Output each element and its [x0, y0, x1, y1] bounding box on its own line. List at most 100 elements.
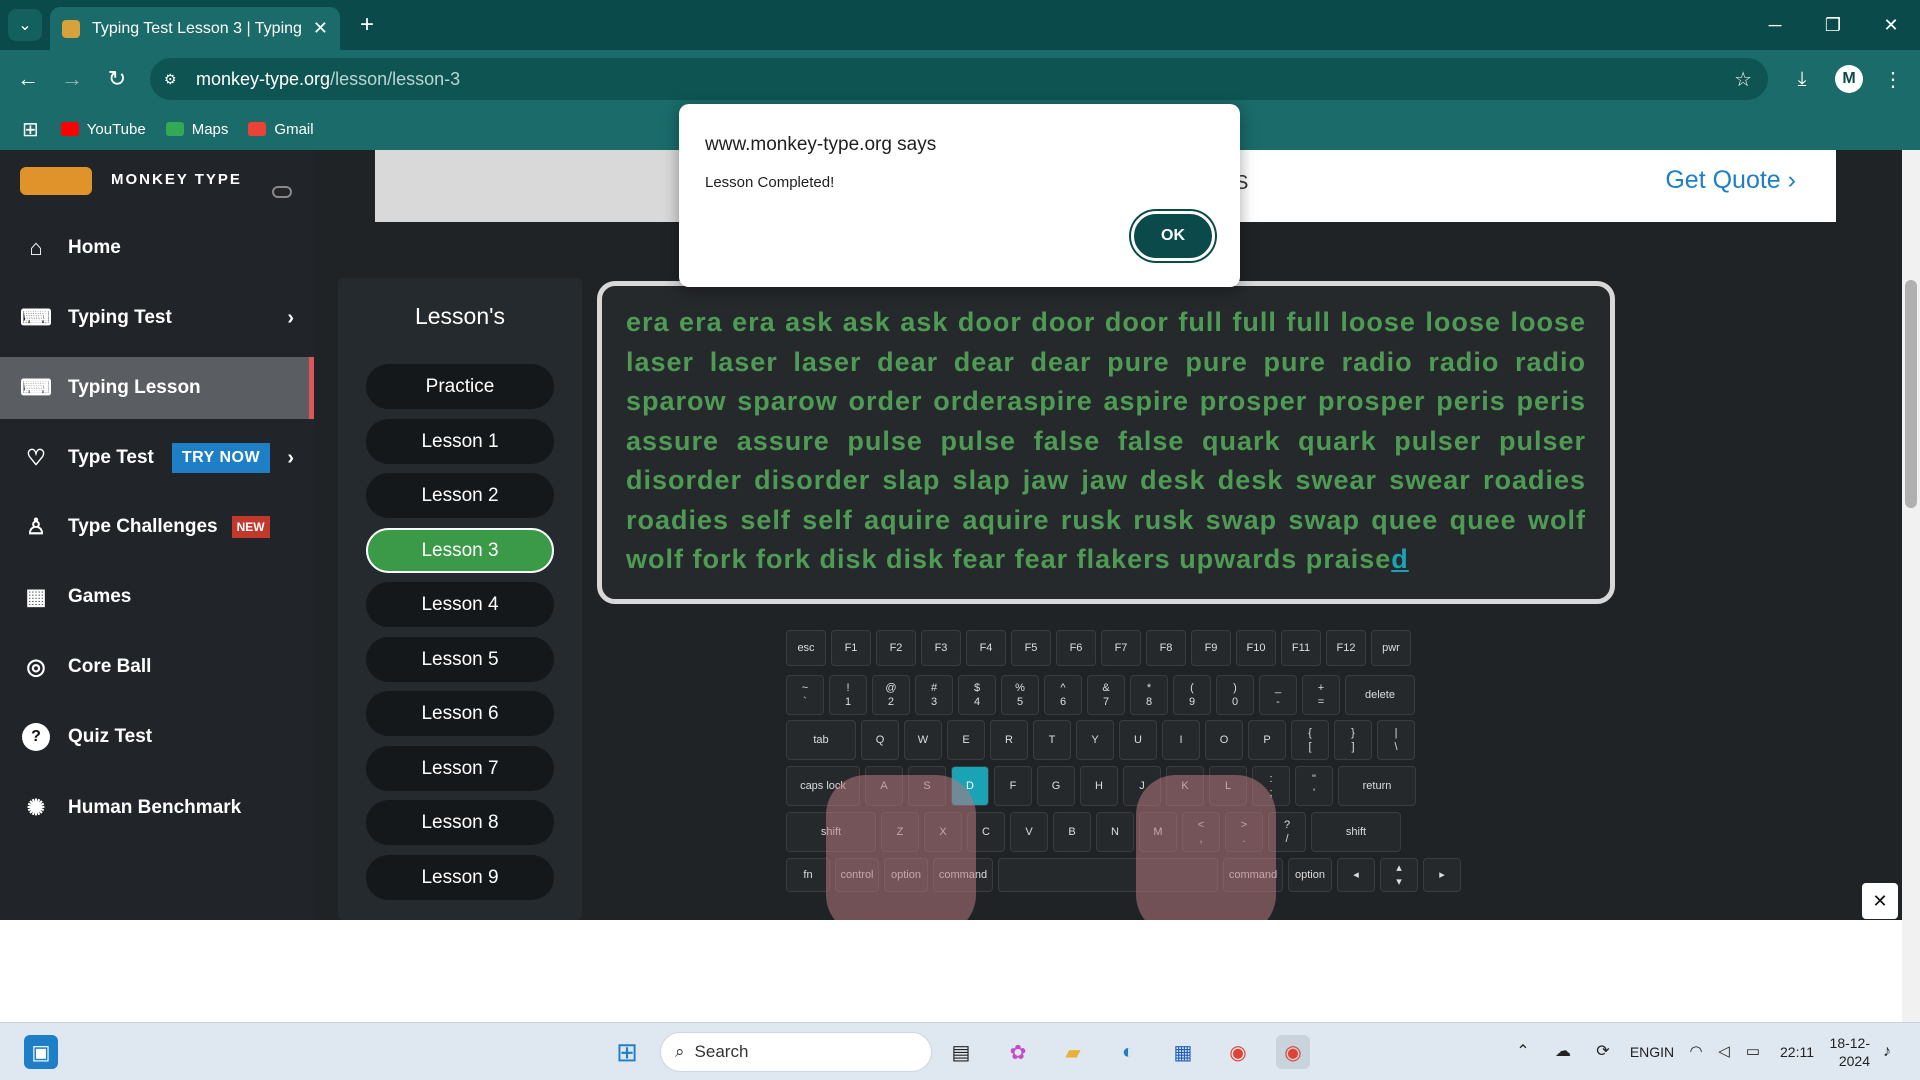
- tray-chevron-up-icon[interactable]: ⌃: [1510, 1023, 1536, 1080]
- bookmark-gmail[interactable]: Gmail: [248, 121, 314, 138]
- widgets-icon[interactable]: ▣: [24, 1035, 58, 1069]
- url-domain: monkey-type.org: [196, 68, 331, 89]
- lesson-1-button[interactable]: Lesson 1: [366, 419, 554, 464]
- browser-tab[interactable]: Typing Test Lesson 3 | Typing Te ✕: [50, 7, 340, 50]
- copilot-icon[interactable]: ✿: [1001, 1035, 1035, 1069]
- tab-title: Typing Test Lesson 3 | Typing Te: [92, 19, 305, 37]
- sidebar-item-core-ball[interactable]: ◎ Core Ball: [0, 636, 314, 698]
- key-4-4: V: [1010, 812, 1048, 852]
- taskbar-search[interactable]: ⌕ Search: [660, 1032, 932, 1072]
- close-window-button[interactable]: ✕: [1862, 0, 1920, 50]
- url-path: /lesson/lesson-3: [330, 68, 461, 89]
- battery-icon[interactable]: ▭: [1739, 1023, 1767, 1080]
- close-ad-icon[interactable]: ✕: [1862, 883, 1898, 919]
- clock[interactable]: 22:11 18-12-2024: [1780, 1023, 1870, 1080]
- key-2-0: tab: [786, 720, 856, 760]
- get-quote-link[interactable]: Get Quote ›: [1665, 166, 1796, 195]
- chevron-right-icon: ›: [1787, 166, 1796, 194]
- sidebar-item-type-test[interactable]: ♡ Type Test TRY NOW ›: [0, 427, 314, 489]
- site-info-icon[interactable]: ⚙: [164, 71, 186, 88]
- notification-bell-icon[interactable]: ♪: [1874, 1023, 1900, 1080]
- key-0-5: F5: [1011, 630, 1051, 666]
- sidebar-item-games[interactable]: ▦ Games: [0, 566, 314, 628]
- sidebar-item-typing-test[interactable]: ⌨ Typing Test ›: [0, 287, 314, 349]
- target-icon: ◎: [26, 654, 46, 679]
- lesson-3-button[interactable]: Lesson 3: [366, 528, 554, 573]
- key-2-5: T: [1033, 720, 1071, 760]
- key-2-12: } ]: [1334, 720, 1372, 760]
- left-hand-image: [826, 775, 976, 935]
- lesson-2-button[interactable]: Lesson 2: [366, 473, 554, 518]
- sidebar-item-quiz-test[interactable]: ? Quiz Test: [0, 706, 314, 768]
- sidebar-item-human-benchmark[interactable]: ✺ Human Benchmark: [0, 777, 314, 839]
- key-3-5: G: [1037, 766, 1075, 806]
- key-1-6: ^ 6: [1044, 675, 1082, 715]
- tab-search-button[interactable]: ⌄: [8, 9, 42, 41]
- alert-dialog: www.monkey-type.org says Lesson Complete…: [679, 104, 1240, 287]
- scrollbar-thumb[interactable]: [1905, 280, 1917, 508]
- lesson-practice-button[interactable]: Practice: [366, 364, 554, 409]
- theme-toggle[interactable]: [272, 186, 292, 198]
- key-2-10: P: [1248, 720, 1286, 760]
- page-scrollbar[interactable]: [1902, 150, 1920, 1022]
- lesson-8-button[interactable]: Lesson 8: [366, 800, 554, 845]
- download-icon[interactable]: ⤓: [1786, 63, 1818, 95]
- key-0-10: F10: [1236, 630, 1276, 666]
- close-tab-icon[interactable]: ✕: [313, 18, 328, 39]
- file-explorer-icon[interactable]: ▰: [1056, 1035, 1090, 1069]
- apps-grid-icon[interactable]: ⊞: [22, 117, 39, 142]
- sidebar-item-type-challenges[interactable]: ♙ Type Challenges NEW: [0, 496, 314, 558]
- minimize-button[interactable]: ─: [1746, 0, 1804, 50]
- typed-text: era era era ask ask ask door door door f…: [626, 307, 1586, 574]
- url-text: monkey-type.org/lesson/lesson-3: [196, 69, 460, 90]
- lesson-9-button[interactable]: Lesson 9: [366, 855, 554, 900]
- sync-icon[interactable]: ⟳: [1588, 1023, 1618, 1080]
- forward-button[interactable]: →: [56, 63, 88, 95]
- lesson-6-button[interactable]: Lesson 6: [366, 691, 554, 736]
- lesson-5-button[interactable]: Lesson 5: [366, 637, 554, 682]
- menu-icon[interactable]: ⋮: [1877, 63, 1909, 95]
- key-5-6: option: [1288, 858, 1332, 892]
- key-3-12: return: [1338, 766, 1416, 806]
- start-icon[interactable]: ⊞: [610, 1035, 644, 1069]
- edge-icon[interactable]: ◐: [1111, 1035, 1145, 1069]
- bookmark-maps[interactable]: Maps: [165, 121, 228, 138]
- store-icon[interactable]: ▦: [1166, 1035, 1200, 1069]
- address-bar[interactable]: ⚙ monkey-type.org/lesson/lesson-3 ☆: [150, 58, 1768, 100]
- key-2-11: { [: [1291, 720, 1329, 760]
- key-2-3: E: [947, 720, 985, 760]
- task-view-icon[interactable]: ▤: [944, 1035, 978, 1069]
- reload-button[interactable]: ↻: [101, 63, 133, 95]
- key-1-9: ( 9: [1173, 675, 1211, 715]
- key-1-2: @ 2: [872, 675, 910, 715]
- grid-icon: ▦: [25, 584, 47, 609]
- language-indicator[interactable]: ENG IN: [1628, 1023, 1676, 1080]
- lesson-7-button[interactable]: Lesson 7: [366, 746, 554, 791]
- volume-icon[interactable]: ◁: [1711, 1023, 1737, 1080]
- new-tab-button[interactable]: +: [352, 10, 382, 40]
- onedrive-icon[interactable]: ☁: [1548, 1023, 1578, 1080]
- typing-test-icon: ⌨: [20, 305, 52, 330]
- restore-button[interactable]: ❐: [1804, 0, 1862, 50]
- browser-toolbar: ← → ↻ ⚙ monkey-type.org/lesson/lesson-3 …: [0, 50, 1920, 108]
- typing-area[interactable]: era era era ask ask ask door door door f…: [597, 281, 1615, 604]
- bookmark-star-icon[interactable]: ☆: [1734, 67, 1752, 92]
- new-badge: NEW: [231, 516, 270, 538]
- chrome-icon[interactable]: ◉: [1221, 1035, 1255, 1069]
- profile-avatar[interactable]: M: [1835, 65, 1863, 93]
- key-2-7: U: [1119, 720, 1157, 760]
- key-0-12: F12: [1326, 630, 1366, 666]
- sidebar-item-home[interactable]: ⌂ Home: [0, 217, 314, 279]
- wifi-icon[interactable]: ◠: [1683, 1023, 1709, 1080]
- bookmark-youtube[interactable]: YouTube: [60, 121, 146, 138]
- sidebar-item-typing-lesson[interactable]: ⌨ Typing Lesson: [0, 357, 314, 419]
- key-0-2: F2: [876, 630, 916, 666]
- monkey-logo[interactable]: [20, 167, 92, 195]
- chrome-profile-icon[interactable]: ◉: [1276, 1035, 1310, 1069]
- lesson-4-button[interactable]: Lesson 4: [366, 582, 554, 627]
- sidebar-item-label: Type Challenges: [68, 516, 218, 537]
- key-0-0: esc: [786, 630, 826, 666]
- dialog-ok-button[interactable]: OK: [1131, 211, 1215, 261]
- clock-date: 18-12-2024: [1829, 1035, 1870, 1069]
- back-button[interactable]: ←: [12, 63, 44, 95]
